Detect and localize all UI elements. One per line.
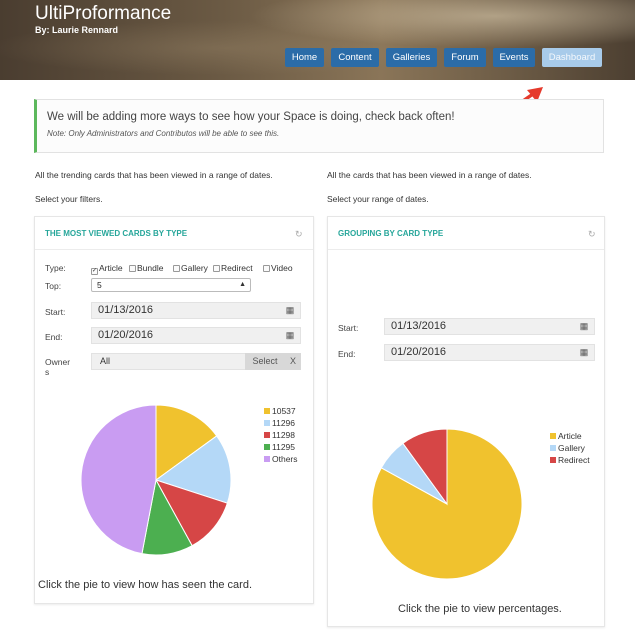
checkbox-checked-icon: ✓ <box>91 268 98 275</box>
start-date-input[interactable]: 01/13/2016 ▦ <box>384 318 595 335</box>
left-intro-line1: All the trending cards that has been vie… <box>35 170 273 180</box>
start-label: Start: <box>338 323 359 333</box>
nav-galleries-button[interactable]: Galleries <box>386 48 437 67</box>
start-date-input[interactable]: 01/13/2016 ▦ <box>91 302 301 319</box>
owners-label-wrap: s <box>45 367 50 377</box>
most-viewed-pie-chart[interactable] <box>80 404 232 556</box>
owners-value: All <box>100 356 111 366</box>
card-type-pie-chart[interactable] <box>371 428 523 580</box>
legend-swatch <box>550 457 556 463</box>
legend-label: 10537 <box>272 406 296 416</box>
left-hint: Click the pie to view how has seen the c… <box>38 579 253 591</box>
refresh-icon[interactable]: ↻ <box>588 229 596 240</box>
legend-item[interactable]: Others <box>264 454 298 464</box>
site-title: UltiProformance <box>35 3 172 24</box>
legend-swatch <box>264 420 270 426</box>
type-article-checkbox[interactable]: ✓ Article <box>91 263 123 275</box>
type-gallery-checkbox[interactable]: Gallery <box>173 263 208 273</box>
type-redirect-checkbox[interactable]: Redirect <box>213 263 253 273</box>
type-video-label: Video <box>271 263 293 273</box>
top-select-value: 5 <box>97 280 102 290</box>
end-date-value: 01/20/2016 <box>98 329 154 341</box>
legend-item[interactable]: 11295 <box>264 442 295 452</box>
select-caret-icon: ▲ <box>239 281 246 288</box>
legend-label: 11296 <box>272 418 296 428</box>
legend-label: Redirect <box>558 455 590 465</box>
top-select[interactable]: 5 ▲ <box>91 278 251 292</box>
checkbox-icon <box>173 265 180 272</box>
legend-item[interactable]: 11298 <box>264 430 295 440</box>
type-bundle-label: Bundle <box>137 263 164 273</box>
panel-title: GROUPING BY CARD TYPE <box>338 229 444 238</box>
grouping-panel: GROUPING BY CARD TYPE ↻ Start: 01/13/201… <box>327 216 605 627</box>
end-label: End: <box>338 349 356 359</box>
site-author: By: Laurie Rennard <box>35 25 119 35</box>
end-date-value: 01/20/2016 <box>391 346 447 358</box>
owners-clear-button[interactable]: X <box>285 353 301 370</box>
legend-swatch <box>264 456 270 462</box>
right-intro-line2: Select your range of dates. <box>327 194 429 204</box>
calendar-icon[interactable]: ▦ <box>280 328 300 343</box>
calendar-icon[interactable]: ▦ <box>574 345 594 360</box>
divider <box>35 249 313 250</box>
legend-item[interactable]: 10537 <box>264 406 296 416</box>
owners-select-button[interactable]: Select <box>245 353 285 370</box>
notice-message: We will be adding more ways to see how y… <box>47 111 455 123</box>
legend-swatch <box>550 433 556 439</box>
calendar-icon[interactable]: ▦ <box>280 303 300 318</box>
end-label: End: <box>45 332 63 342</box>
owners-label: Owner <box>45 357 71 367</box>
right-intro-line1: All the cards that has been viewed in a … <box>327 170 532 180</box>
most-viewed-panel: THE MOST VIEWED CARDS BY TYPE ↻ Type: ✓ A… <box>34 216 314 604</box>
legend-label: 11295 <box>272 442 296 452</box>
end-date-input[interactable]: 01/20/2016 ▦ <box>91 327 301 344</box>
type-label: Type: <box>45 263 66 273</box>
left-intro-line2: Select your filters. <box>35 194 103 204</box>
legend-swatch <box>550 445 556 451</box>
start-date-value: 01/13/2016 <box>98 304 154 316</box>
pie-slice-others[interactable] <box>80 404 157 555</box>
top-label: Top: <box>45 281 62 291</box>
legend-item[interactable]: 11296 <box>264 418 295 428</box>
legend-swatch <box>264 444 270 450</box>
legend-item[interactable]: Gallery <box>550 443 585 453</box>
legend-label: Article <box>558 431 582 441</box>
legend-item[interactable]: Article <box>550 431 582 441</box>
legend-label: 11298 <box>272 430 296 440</box>
legend-label: Gallery <box>558 443 585 453</box>
refresh-icon[interactable]: ↻ <box>295 229 303 240</box>
type-redirect-label: Redirect <box>221 263 253 273</box>
panel-title: THE MOST VIEWED CARDS BY TYPE <box>45 229 188 238</box>
type-bundle-checkbox[interactable]: Bundle <box>129 263 163 273</box>
right-hint: Click the pie to view percentages. <box>398 603 562 615</box>
checkbox-icon <box>213 265 220 272</box>
nav-forum-button[interactable]: Forum <box>444 48 486 67</box>
site-header: UltiProformance By: Laurie Rennard Home … <box>0 0 635 80</box>
start-label: Start: <box>45 307 66 317</box>
legend-item[interactable]: Redirect <box>550 455 590 465</box>
divider <box>328 249 604 250</box>
checkbox-icon <box>263 265 270 272</box>
legend-label: Others <box>272 454 298 464</box>
notice-note: Note: Only Administrators and Contributo… <box>47 129 280 138</box>
type-gallery-label: Gallery <box>181 263 208 273</box>
start-date-value: 01/13/2016 <box>391 320 447 332</box>
end-date-input[interactable]: 01/20/2016 ▦ <box>384 344 595 361</box>
legend-swatch <box>264 432 270 438</box>
nav-events-button[interactable]: Events <box>493 48 535 67</box>
checkbox-icon <box>129 265 136 272</box>
type-video-checkbox[interactable]: Video <box>263 263 293 273</box>
nav-home-button[interactable]: Home <box>285 48 324 67</box>
nav-content-button[interactable]: Content <box>331 48 379 67</box>
type-article-label: Article <box>99 263 123 273</box>
legend-swatch <box>264 408 270 414</box>
calendar-icon[interactable]: ▦ <box>574 319 594 334</box>
notice-box: We will be adding more ways to see how y… <box>34 99 604 153</box>
nav-dashboard-button[interactable]: Dashboard <box>542 48 602 67</box>
